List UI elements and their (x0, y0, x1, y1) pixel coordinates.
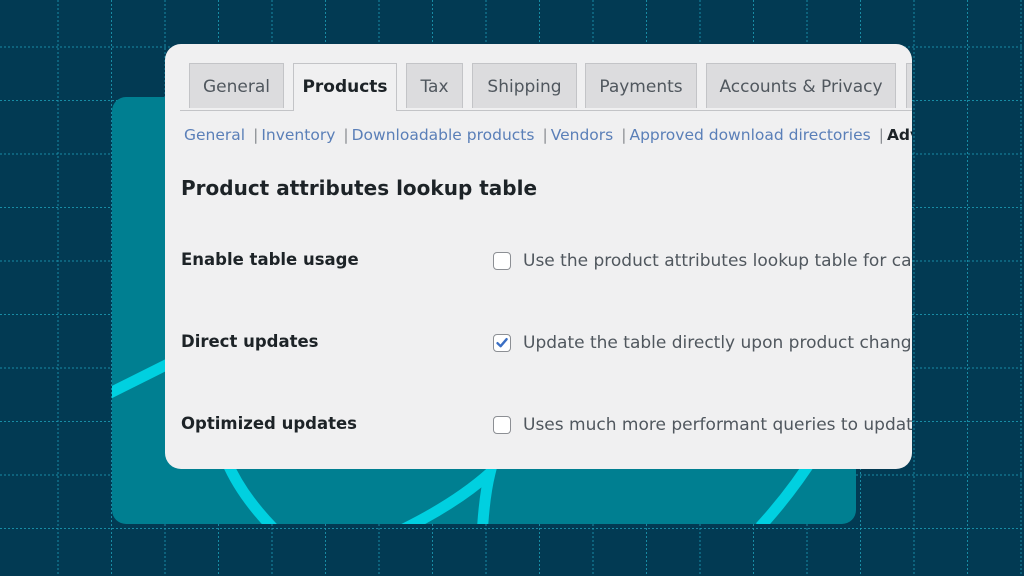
setting-field-enable-table-usage: Use the product attributes lookup table … (493, 251, 912, 271)
subnav-vendors[interactable]: Vendors (551, 126, 614, 144)
setting-description: Update the table directly upon product c… (523, 333, 912, 353)
section-title: Product attributes lookup table (181, 176, 538, 200)
tab-tax[interactable]: Tax (406, 63, 463, 108)
setting-field-direct-updates: Update the table directly upon product c… (493, 333, 912, 353)
setting-field-optimized-updates: Uses much more performant queries to upd… (493, 415, 912, 435)
subnav-separator: | (878, 126, 884, 144)
subnav-separator: | (343, 126, 349, 144)
setting-label-direct-updates: Direct updates (181, 332, 319, 351)
direct-updates-checkbox[interactable] (493, 334, 511, 352)
subnav-inventory[interactable]: Inventory (261, 126, 335, 144)
subnav-approved-download-directories[interactable]: Approved download directories (629, 126, 870, 144)
setting-description: Uses much more performant queries to upd… (523, 415, 912, 435)
tab-products[interactable]: Products (293, 63, 397, 111)
curve-bottom-left (221, 459, 277, 524)
curve-bottom-middle (401, 456, 500, 524)
tab-shipping[interactable]: Shipping (472, 63, 577, 108)
subnav-downloadable-products[interactable]: Downloadable products (352, 126, 535, 144)
setting-description: Use the product attributes lookup table … (523, 251, 912, 271)
subnav-separator: | (253, 126, 259, 144)
tab-accounts-privacy[interactable]: Accounts & Privacy (706, 63, 896, 108)
setting-label-enable-table-usage: Enable table usage (181, 250, 359, 269)
subnav-separator: | (621, 126, 627, 144)
products-subnav: General | Inventory | Downloadable products |… (184, 126, 912, 144)
subnav-general[interactable]: General (184, 126, 245, 144)
checkmark-icon (496, 338, 508, 348)
tab-payments[interactable]: Payments (585, 63, 697, 108)
tab-next-partial[interactable] (906, 63, 912, 108)
subnav-separator: | (542, 126, 548, 144)
enable-table-usage-checkbox[interactable] (493, 252, 511, 270)
settings-tabs: General Products Tax Shipping Payments A… (180, 63, 912, 111)
settings-panel: General Products Tax Shipping Payments A… (165, 44, 912, 469)
optimized-updates-checkbox[interactable] (493, 416, 511, 434)
subnav-advanced-current: Adv (886, 126, 912, 144)
tab-general[interactable]: General (189, 63, 284, 108)
setting-label-optimized-updates: Optimized updates (181, 414, 357, 433)
